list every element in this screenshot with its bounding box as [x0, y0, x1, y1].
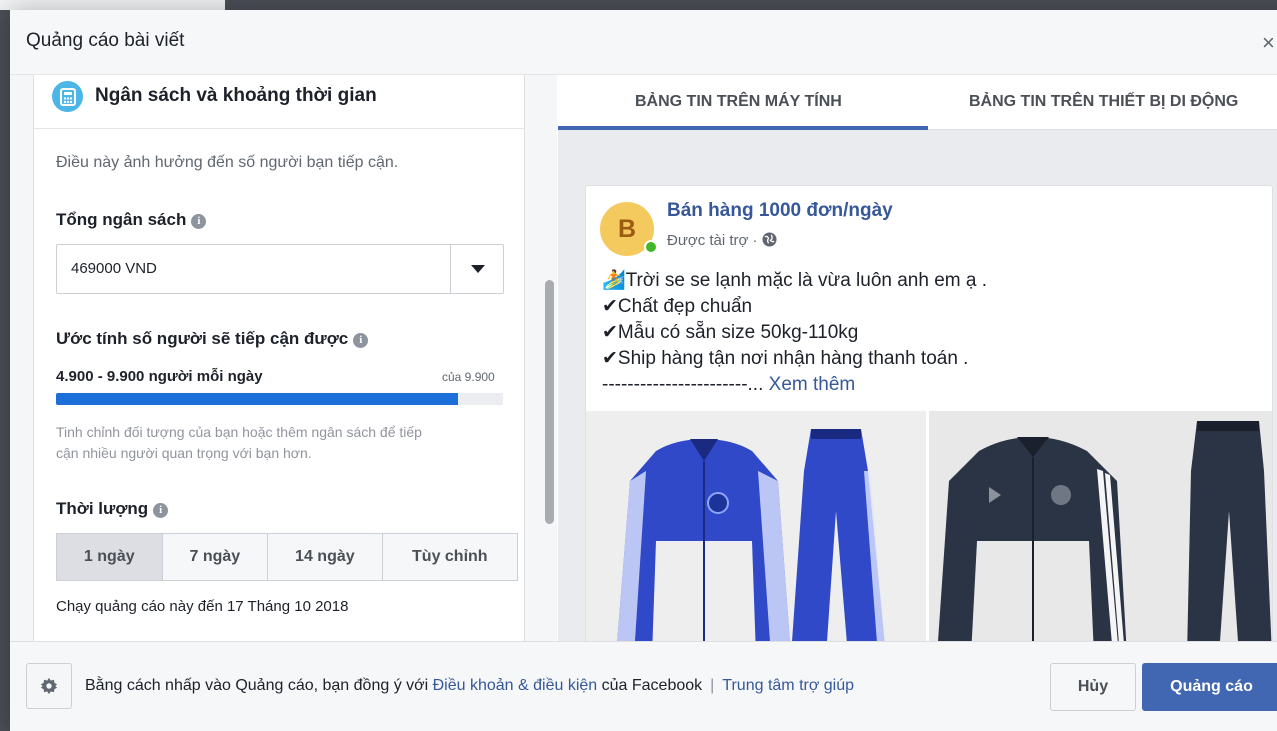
duration-custom[interactable]: Tùy chỉnh — [383, 534, 517, 580]
budget-select[interactable]: 469000 VND — [56, 244, 504, 294]
terms-notice: Bằng cách nhấp vào Quảng cáo, bạn đồng ý… — [85, 677, 854, 695]
background-strip — [0, 0, 1277, 10]
preview-panel: BẢNG TIN TRÊN MÁY TÍNH BẢNG TIN TRÊN THI… — [558, 75, 1277, 641]
settings-button[interactable] — [26, 663, 72, 709]
reach-hint-line1: Tinh chỉnh đối tượng của bạn hoặc thêm n… — [56, 424, 422, 440]
settings-panel: Ngân sách và khoảng thời gian Điều này ả… — [10, 75, 557, 641]
post-line: ✔Ship hàng tận nơi nhận hàng thanh toán … — [602, 348, 969, 369]
preview-tabs: BẢNG TIN TRÊN MÁY TÍNH BẢNG TIN TRÊN THI… — [558, 75, 1277, 130]
chevron-down-icon — [470, 265, 485, 273]
tab-mobile-feed[interactable]: BẢNG TIN TRÊN THIẾT BỊ DI ĐỘNG — [969, 93, 1238, 111]
post-body: 🏄Trời se se lạnh mặc là vừa luôn anh em … — [602, 268, 987, 398]
online-indicator — [644, 240, 658, 254]
dashes: -----------------------... — [602, 374, 769, 395]
dialog-header: Quảng cáo bài viết × — [10, 10, 1277, 75]
reach-progress-bar — [56, 393, 503, 405]
budget-duration-card: Ngân sách và khoảng thời gian Điều này ả… — [33, 75, 525, 641]
duration-options: 1 ngày 7 ngày 14 ngày Tùy chỉnh — [56, 533, 518, 581]
reach-progress-fill — [56, 393, 459, 405]
active-tab-indicator — [558, 126, 928, 130]
terms-prefix: Bằng cách nhấp vào Quảng cáo, bạn đồng ý… — [85, 677, 433, 694]
dialog-title: Quảng cáo bài viết — [26, 30, 185, 51]
photo-blue-tracksuit[interactable] — [586, 411, 926, 641]
duration-label: Thời lượng — [56, 499, 149, 518]
post-line: ✔Mẫu có sẵn size 50kg-110kg — [602, 322, 859, 343]
duration-1-day[interactable]: 1 ngày — [57, 534, 163, 580]
budget-value: 469000 VND — [71, 260, 157, 277]
dialog-footer: Bằng cách nhấp vào Quảng cáo, bạn đồng ý… — [10, 641, 1277, 731]
card-title: Ngân sách và khoảng thời gian — [95, 85, 377, 106]
page-name[interactable]: Bán hàng 1000 đơn/ngày — [667, 200, 893, 222]
tab-desktop-feed[interactable]: BẢNG TIN TRÊN MÁY TÍNH — [635, 93, 842, 111]
boost-button[interactable]: Quảng cáo — [1142, 663, 1277, 711]
post-line-more: -----------------------... Xem thêm — [602, 372, 987, 398]
post-line: 🏄Trời se se lạnh mặc là vừa luôn anh em … — [602, 270, 988, 291]
total-budget-label: Tổng ngân sách — [56, 210, 187, 229]
info-icon[interactable]: i — [153, 503, 169, 518]
terms-link[interactable]: Điều khoản & điều kiện — [433, 677, 598, 694]
info-icon[interactable]: i — [353, 333, 369, 348]
calculator-icon — [52, 81, 83, 112]
estimate-label: Ước tính số người sẽ tiếp cận được — [56, 329, 349, 348]
close-icon[interactable]: × — [1262, 30, 1275, 56]
duration-7-days[interactable]: 7 ngày — [163, 534, 269, 580]
photo-navy-tracksuit[interactable] — [929, 411, 1272, 641]
dropdown-button[interactable] — [450, 245, 504, 293]
help-center-link[interactable]: Trung tâm trợ giúp — [722, 677, 854, 694]
see-more-link[interactable]: Xem thêm — [769, 374, 856, 395]
duration-14-days[interactable]: 14 ngày — [268, 534, 383, 580]
gear-icon — [40, 677, 58, 695]
sponsored-text: Được tài trợ · — [667, 232, 762, 249]
scrollbar[interactable] — [545, 280, 554, 524]
post-preview: B Bán hàng 1000 đơn/ngày Được tài trợ · … — [585, 185, 1273, 641]
run-until-text: Chạy quảng cáo này đến 17 Tháng 10 2018 — [56, 598, 349, 615]
total-budget-heading: Tổng ngân sách i — [56, 210, 207, 230]
boost-post-dialog: Quảng cáo bài viết × Ngân sách và khoảng… — [10, 10, 1277, 731]
terms-suffix: của Facebook — [597, 677, 703, 694]
cancel-button[interactable]: Hủy — [1050, 663, 1136, 711]
duration-heading: Thời lượng i — [56, 499, 169, 519]
card-header: Ngân sách và khoảng thời gian — [34, 75, 524, 129]
globe-icon — [762, 232, 777, 247]
budget-intro: Điều này ảnh hưởng đến số người bạn tiếp… — [56, 154, 399, 171]
estimate-max: của 9.900 — [442, 370, 495, 384]
background-overlay — [225, 0, 1277, 10]
post-photos — [586, 411, 1272, 641]
info-icon[interactable]: i — [191, 214, 207, 229]
reach-hint-line2: cận nhiều người quan trọng với bạn hơn. — [56, 445, 312, 461]
estimate-heading: Ước tính số người sẽ tiếp cận được i — [56, 329, 369, 349]
separator: | — [710, 677, 715, 694]
sponsored-label: Được tài trợ · — [667, 232, 777, 249]
estimate-range: 4.900 - 9.900 người mỗi ngày — [56, 368, 263, 385]
post-line: ✔Chất đẹp chuẩn — [602, 296, 753, 317]
